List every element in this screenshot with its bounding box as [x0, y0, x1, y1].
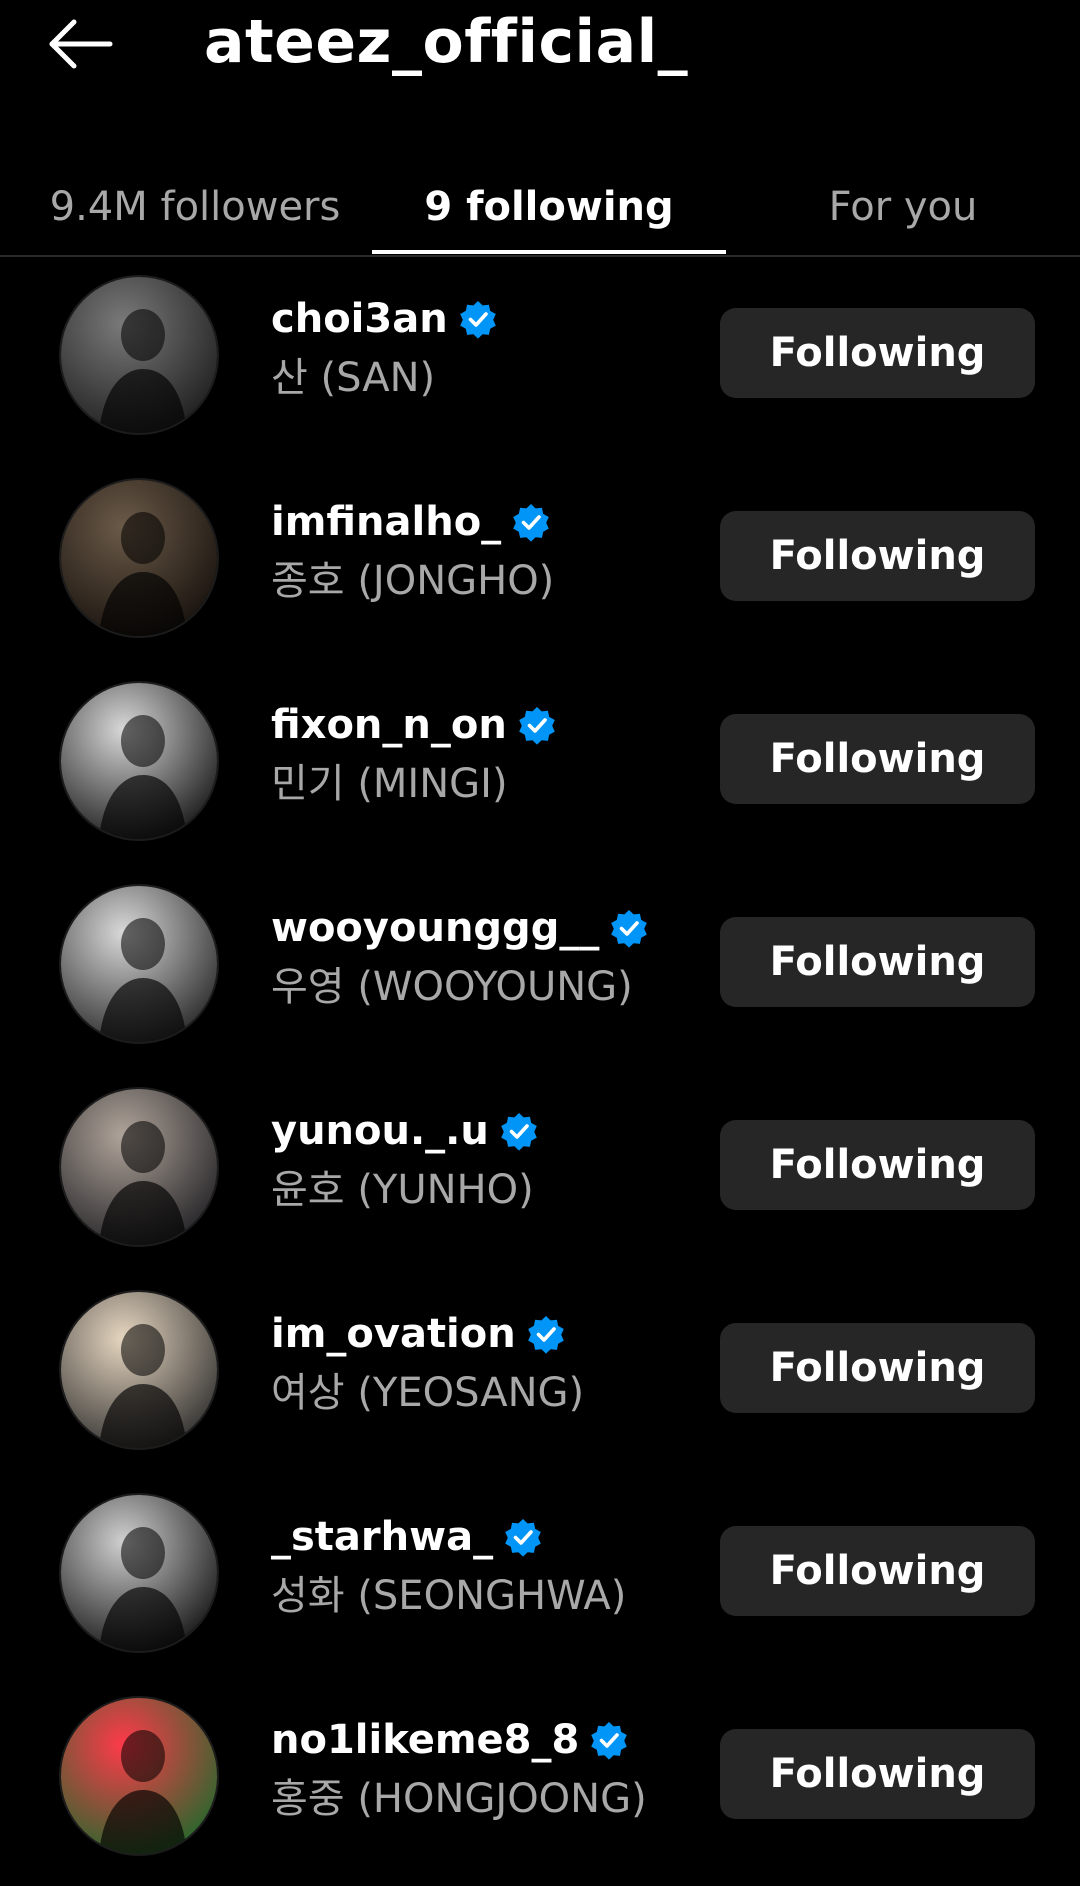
username[interactable]: _starhwa_ [271, 1514, 493, 1560]
arrow-left-icon [49, 19, 113, 69]
full-name: 민기 (MINGI) [271, 761, 508, 807]
tab-following[interactable]: 9 following [372, 160, 726, 255]
username[interactable]: fixon_n_on [271, 702, 507, 748]
full-name: 여상 (YEOSANG) [271, 1370, 585, 1416]
name-block: _starhwa_ 성화 (SEONGHWA) [271, 1508, 701, 1626]
verified-badge-icon [527, 1316, 564, 1354]
avatar[interactable] [61, 277, 217, 433]
name-block: imfinalho_ 종호 (JONGHO) [271, 493, 701, 611]
verified-badge-icon [611, 910, 648, 948]
username[interactable]: yunou._.u [271, 1108, 489, 1154]
avatar-photo [61, 480, 217, 636]
avatar-photo [61, 1089, 217, 1245]
following-button[interactable]: Following [720, 1526, 1035, 1616]
full-name: 홍중 (HONGJOONG) [271, 1776, 647, 1822]
username[interactable]: no1likeme8_8 [271, 1717, 579, 1763]
username[interactable]: choi3an [271, 296, 448, 342]
name-block: im_ovation 여상 (YEOSANG) [271, 1305, 701, 1423]
avatar-photo [61, 1698, 217, 1854]
verified-badge-icon [505, 1519, 541, 1557]
avatar-photo [61, 277, 217, 433]
name-block: fixon_n_on 민기 (MINGI) [271, 696, 701, 814]
following-button[interactable]: Following [720, 308, 1035, 398]
username[interactable]: im_ovation [271, 1311, 516, 1357]
avatar[interactable] [61, 886, 217, 1042]
full-name: 종호 (JONGHO) [271, 558, 555, 604]
top-bar: ateez_official_ [0, 0, 1080, 90]
following-button[interactable]: Following [720, 511, 1035, 601]
username[interactable]: imfinalho_ [271, 499, 501, 545]
verified-badge-icon [519, 707, 555, 745]
avatar[interactable] [61, 480, 217, 636]
following-button[interactable]: Following [720, 714, 1035, 804]
list-item[interactable]: fixon_n_on 민기 (MINGI) Following [0, 668, 1080, 871]
active-tab-indicator [372, 250, 726, 254]
list-item[interactable]: wooyounggg__ 우영 (WOOYOUNG) Following [0, 871, 1080, 1074]
page-title: ateez_official_ [204, 7, 689, 77]
full-name: 성화 (SEONGHWA) [271, 1573, 627, 1619]
avatar[interactable] [61, 1089, 217, 1245]
name-block: no1likeme8_8 홍중 (HONGJOONG) [271, 1711, 701, 1829]
name-block: wooyounggg__ 우영 (WOOYOUNG) [271, 899, 701, 1017]
tab-followers[interactable]: 9.4M followers [20, 160, 370, 255]
following-button[interactable]: Following [720, 1120, 1035, 1210]
full-name: 윤호 (YUNHO) [271, 1167, 534, 1213]
full-name: 산 (SAN) [271, 355, 436, 401]
avatar[interactable] [61, 1292, 217, 1448]
verified-badge-icon [459, 301, 496, 339]
avatar-photo [61, 1495, 217, 1651]
list-item[interactable]: imfinalho_ 종호 (JONGHO) Following [0, 465, 1080, 668]
back-button[interactable] [40, 14, 124, 74]
avatar[interactable] [61, 683, 217, 839]
avatar-photo [61, 886, 217, 1042]
avatar[interactable] [61, 1495, 217, 1651]
tab-bar: 9.4M followers 9 following For you [0, 140, 1080, 257]
avatar-photo [61, 1292, 217, 1448]
name-block: yunou._.u 윤호 (YUNHO) [271, 1102, 701, 1220]
following-button[interactable]: Following [720, 917, 1035, 1007]
name-block: choi3an 산 (SAN) [271, 290, 701, 408]
list-item[interactable]: yunou._.u 윤호 (YUNHO) Following [0, 1074, 1080, 1277]
list-item[interactable]: no1likeme8_8 홍중 (HONGJOONG) Following [0, 1683, 1080, 1886]
following-button[interactable]: Following [720, 1729, 1035, 1819]
verified-badge-icon [513, 504, 549, 542]
full-name: 우영 (WOOYOUNG) [271, 964, 633, 1010]
following-button[interactable]: Following [720, 1323, 1035, 1413]
username[interactable]: wooyounggg__ [271, 905, 599, 951]
list-item[interactable]: choi3an 산 (SAN) Following [0, 262, 1080, 465]
list-item[interactable]: im_ovation 여상 (YEOSANG) Following [0, 1277, 1080, 1480]
verified-badge-icon [591, 1722, 628, 1760]
avatar-photo [61, 683, 217, 839]
avatar[interactable] [61, 1698, 217, 1854]
list-item[interactable]: _starhwa_ 성화 (SEONGHWA) Following [0, 1480, 1080, 1683]
verified-badge-icon [501, 1113, 537, 1151]
tab-for-you[interactable]: For you [726, 160, 1080, 255]
